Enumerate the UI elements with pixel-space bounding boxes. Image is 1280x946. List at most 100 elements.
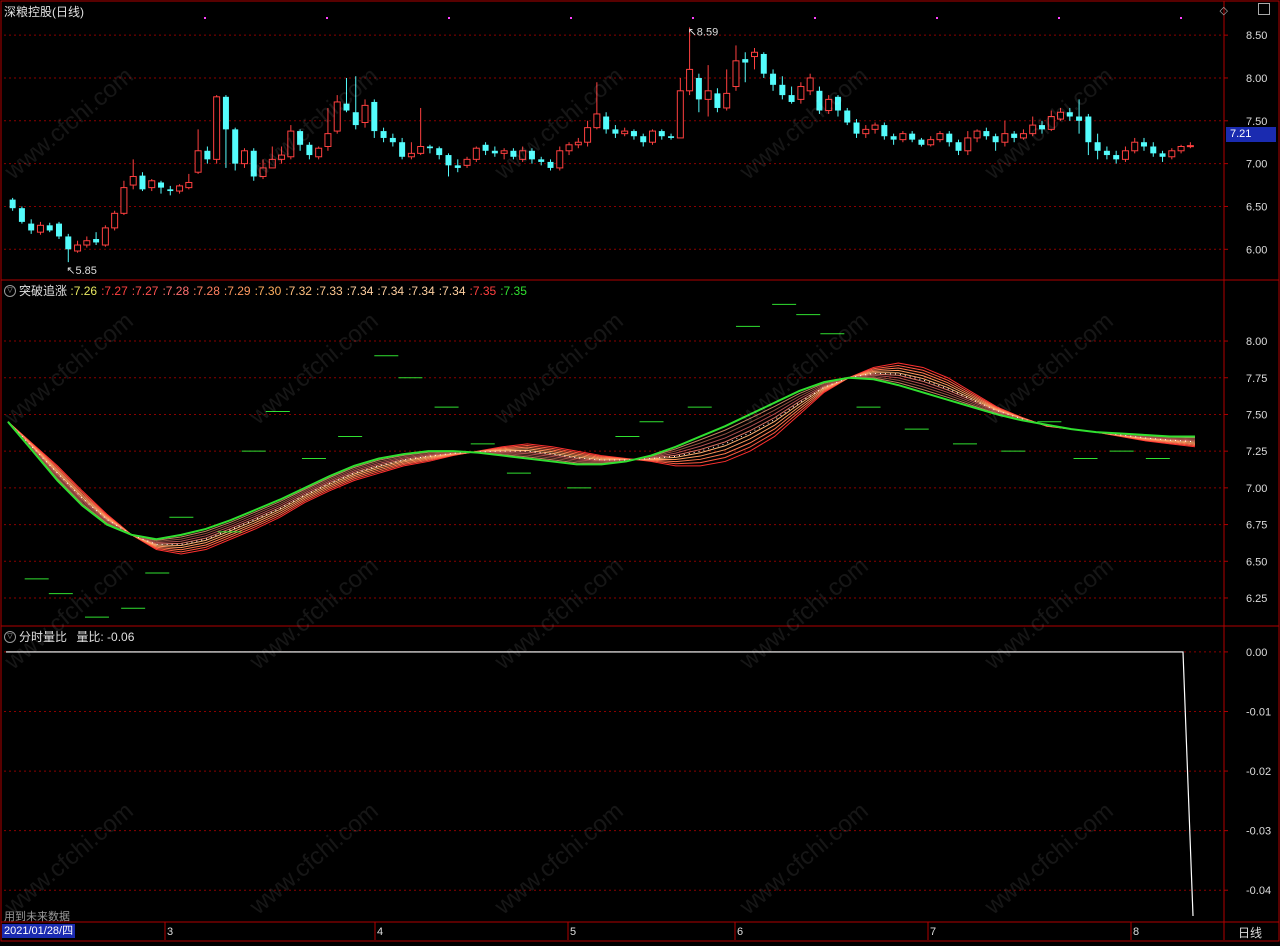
candle-body [436,148,443,156]
candle-body [454,165,461,168]
chart-stage: 8.50 8.00 7.50 7.00 6.50 6.00 ↖8.59 ↖5.85 8.00 7.… [0,0,1280,943]
candle-body [445,155,452,166]
month-label: 6 [737,926,743,938]
candle-body [491,150,498,154]
month-label: 5 [570,926,576,938]
month-label: 3 [167,926,173,938]
candle-body [407,152,415,158]
candle-body [946,133,953,143]
candle-body [46,225,53,231]
indicator-value: :7.27 [131,283,159,298]
candle-body [973,130,981,139]
candle-body [927,139,935,146]
candle-body [1103,150,1110,156]
candle-body [593,113,601,129]
candle-body [120,187,128,214]
diamond-icon[interactable]: ◇ [1220,4,1228,17]
candle-body [612,129,619,134]
month-label: 7 [930,926,936,938]
indicator-value: :7.33 [315,283,343,298]
candle-body [704,90,712,100]
candle-body [751,51,759,58]
y-tick-label: -0.03 [1246,826,1271,838]
event-mark [204,17,206,19]
window-toggle-icon[interactable] [1258,3,1270,15]
indicator-value: :7.35 [469,283,497,298]
candle-body [788,95,795,102]
indicator-value: :7.28 [193,283,220,298]
candle-body [389,137,396,143]
candle-body [621,130,629,135]
candle-body [714,93,721,108]
indicator-value: :7.28 [162,283,190,298]
candle-body [472,147,480,160]
candle-body [1131,141,1139,152]
candle-body [630,131,637,137]
candle-body [83,240,91,246]
candle-body [742,59,749,63]
y-tick-label: 7.50 [1246,116,1267,128]
candle-body [779,84,786,96]
candle-body [686,68,694,92]
period-selector[interactable]: 日线 [1238,924,1262,941]
event-mark [448,17,450,19]
candle-body [204,150,211,160]
candle-body [315,147,323,158]
candle-body [565,144,573,152]
candle-body [1094,142,1101,151]
candle-body [1085,116,1092,143]
indicator-value: :7.26 [70,283,98,298]
high-marker: ↖8.59 [688,26,719,38]
candle-body [1121,150,1129,160]
candle-body [158,182,165,188]
event-mark [1180,17,1182,19]
candle-body [167,189,174,192]
candle-body [417,146,425,154]
indicator-value: :7.34 [346,283,374,298]
candle-body [324,133,332,147]
candle-body [380,131,387,138]
y-tick-label: -0.04 [1246,885,1271,897]
candle-body [881,125,888,137]
y-tick-label: 7.00 [1246,483,1267,495]
candle-body [909,133,916,140]
y-tick-label: 0.00 [1246,647,1267,659]
candle-body [538,159,545,162]
candle-body [463,158,471,166]
candle-body [983,131,990,137]
candle-body [18,208,25,222]
candle-body [352,112,359,126]
candle-body [640,136,647,143]
candle-body [603,116,610,130]
candle-body [1150,146,1157,154]
month-label: 4 [377,926,383,938]
y-tick-label: 6.50 [1246,201,1267,213]
chart-canvas[interactable]: 8.50 8.00 7.50 7.00 6.50 6.00 ↖8.59 ↖5.85 8.00 7.… [0,0,1280,943]
indicator-value: :7.32 [285,283,312,298]
candle-body [222,96,229,130]
y-tick-label: 6.25 [1246,593,1267,605]
event-mark [1058,17,1060,19]
candle-body [1177,146,1185,152]
candle-body [844,110,851,123]
event-mark [326,17,328,19]
candle-body [1159,153,1166,157]
candle-body [56,223,63,237]
indicator-value: :7.27 [101,283,128,298]
candle-body [36,224,44,233]
low-marker: ↖5.85 [66,265,97,277]
y-tick-label: -0.01 [1246,706,1271,718]
indicator-values: :7.26:7.27:7.27:7.28:7.28:7.29:7.30:7.32… [70,283,531,298]
collapse-icon[interactable]: ▽ [4,284,16,297]
candle-body [111,212,119,229]
candle-body [890,136,897,140]
candle-body [1168,150,1176,158]
candle-body [797,86,805,100]
candle-body [74,244,82,252]
indicator-value: :7.30 [254,283,282,298]
candle-body [770,73,777,85]
candle-body [28,223,35,231]
candle-body [1186,145,1194,148]
candle-body [556,150,564,169]
y-tick-label: 7.00 [1246,159,1267,171]
